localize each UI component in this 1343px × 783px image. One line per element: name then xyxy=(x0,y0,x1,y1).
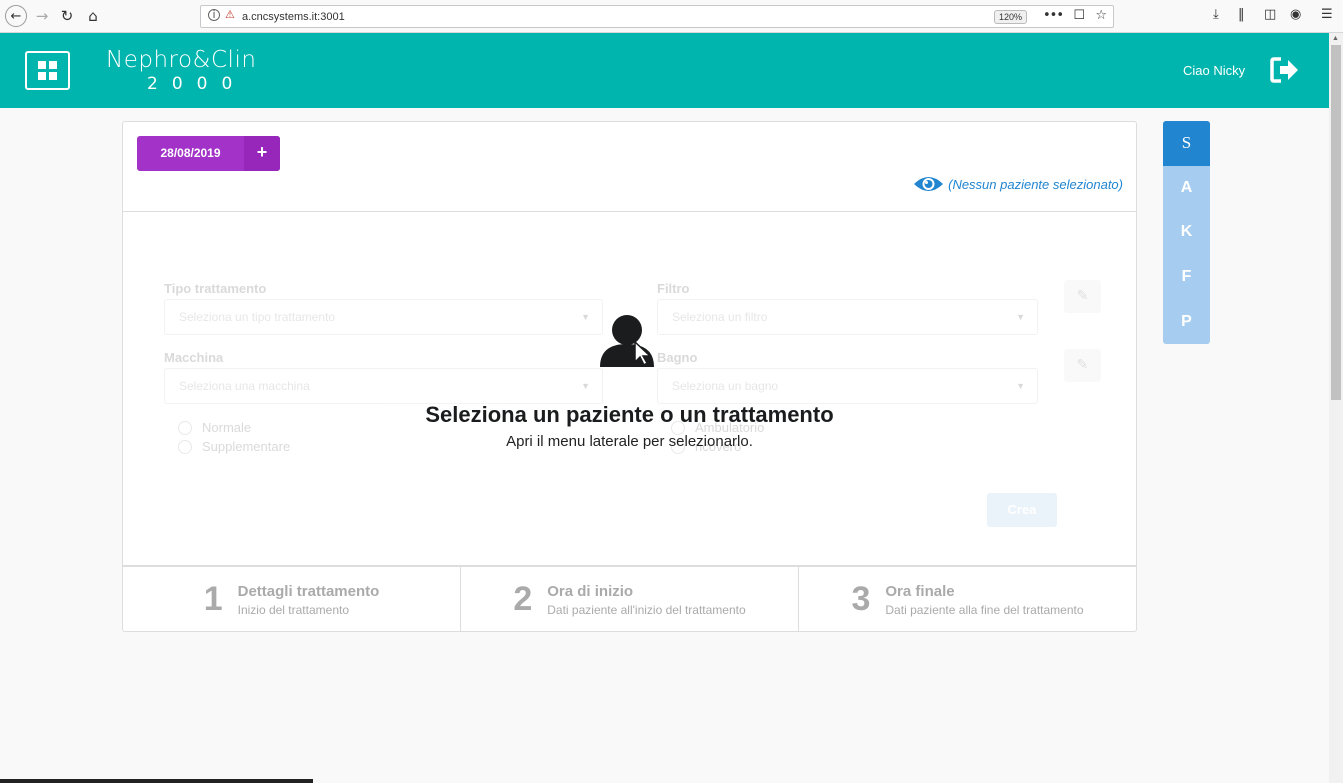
side-tab-a[interactable]: A xyxy=(1163,166,1210,211)
grid-cell-icon xyxy=(38,61,46,69)
sidebar-toggle-icon[interactable]: ◫ xyxy=(1264,7,1276,22)
logo-text: Nephro&Clin xyxy=(106,47,257,73)
forward-arrow-icon[interactable]: → xyxy=(32,6,52,26)
home-icon[interactable]: ⌂ xyxy=(83,6,103,26)
page-scrollbar[interactable]: ▲ xyxy=(1329,33,1343,783)
url-text[interactable]: a.cncsystems.it:3001 xyxy=(242,11,345,23)
step-item[interactable]: 3 Ora finale Dati paziente alla fine del… xyxy=(799,567,1136,632)
step-description: Inizio del trattamento xyxy=(237,602,350,617)
date-label[interactable]: 28/08/2019 xyxy=(137,136,244,171)
patient-status[interactable]: (Nessun paziente selezionato) xyxy=(913,174,1123,194)
step-title: Ora finale xyxy=(885,582,955,600)
step-title: Dettagli trattamento xyxy=(237,582,380,600)
create-button[interactable]: Crea xyxy=(987,493,1057,527)
logo-subtext: 2000 xyxy=(147,74,247,94)
grid-cell-icon xyxy=(49,72,57,80)
step-title: Ora di inizio xyxy=(547,582,634,600)
download-icon[interactable]: ⤓ xyxy=(1213,7,1219,22)
browser-toolbar: ← → ↻ ⌂ i ⚠ a.cncsystems.it:3001 120% ••… xyxy=(0,0,1343,33)
side-tab-f[interactable]: F xyxy=(1163,255,1210,300)
steps-bar: 1 Dettagli trattamento Inizio del tratta… xyxy=(123,565,1136,632)
insecure-lock-icon[interactable]: ⚠ xyxy=(225,8,235,21)
step-number: 3 xyxy=(851,580,871,618)
empty-state-title: Seleziona un paziente o un trattamento xyxy=(425,402,834,427)
bookmark-star-icon[interactable]: ☆ xyxy=(1095,8,1107,23)
account-icon[interactable]: ◉ xyxy=(1290,7,1301,22)
grid-cell-icon xyxy=(49,61,57,69)
empty-state-message: Seleziona un paziente o un trattamento A… xyxy=(123,312,1136,450)
scrollbar-thumb[interactable] xyxy=(1331,45,1341,400)
side-tab-s[interactable]: S xyxy=(1163,121,1210,166)
step-number: 1 xyxy=(203,580,223,618)
info-icon[interactable]: i xyxy=(208,9,220,21)
side-tabs: S A K F P xyxy=(1163,121,1210,344)
step-item[interactable]: 1 Dettagli trattamento Inizio del tratta… xyxy=(123,567,461,632)
filter-label: Filtro xyxy=(657,281,690,296)
reload-icon[interactable]: ↻ xyxy=(57,6,77,26)
step-number: 2 xyxy=(513,580,533,618)
menu-icon[interactable]: ☰ xyxy=(1321,7,1333,22)
empty-state-subtitle: Apri il menu laterale per selezionarlo. xyxy=(506,433,753,450)
app-header: Nephro&Clin 2000 Ciao Nicky xyxy=(0,33,1329,108)
zoom-badge[interactable]: 120% xyxy=(993,10,1027,24)
user-icon xyxy=(599,315,654,367)
apps-grid-button[interactable] xyxy=(25,51,70,90)
side-tab-k[interactable]: K xyxy=(1163,210,1210,255)
back-arrow-icon[interactable]: ← xyxy=(5,5,27,27)
patient-status-text: (Nessun paziente selezionato) xyxy=(948,176,1123,192)
bottom-edge xyxy=(0,779,313,783)
url-bar[interactable]: i ⚠ a.cncsystems.it:3001 120% ••• ☐ ☆ xyxy=(200,5,1114,28)
step-description: Dati paziente all'inizio del trattamento xyxy=(547,602,746,617)
grid-cell-icon xyxy=(38,72,46,80)
treatment-type-label: Tipo trattamento xyxy=(164,281,267,296)
step-item[interactable]: 2 Ora di inizio Dati paziente all'inizio… xyxy=(461,567,799,632)
add-date-button[interactable]: + xyxy=(244,136,280,171)
scroll-up-icon[interactable]: ▲ xyxy=(1332,35,1339,42)
logout-icon[interactable] xyxy=(1270,57,1300,83)
edit-filter-pencil-icon[interactable]: ✎ xyxy=(1064,280,1101,313)
side-tab-p[interactable]: P xyxy=(1163,299,1210,344)
library-icon[interactable]: ‖ xyxy=(1238,7,1245,22)
user-greeting: Ciao Nicky xyxy=(1183,63,1246,78)
treatment-panel: 28/08/2019 + (Nessun paziente selezionat… xyxy=(122,121,1137,632)
date-button[interactable]: 28/08/2019 + xyxy=(137,136,280,171)
pocket-icon[interactable]: ☐ xyxy=(1073,8,1085,23)
more-actions-icon[interactable]: ••• xyxy=(1043,8,1064,23)
step-description: Dati paziente alla fine del trattamento xyxy=(885,602,1084,617)
eye-icon[interactable] xyxy=(913,174,944,194)
